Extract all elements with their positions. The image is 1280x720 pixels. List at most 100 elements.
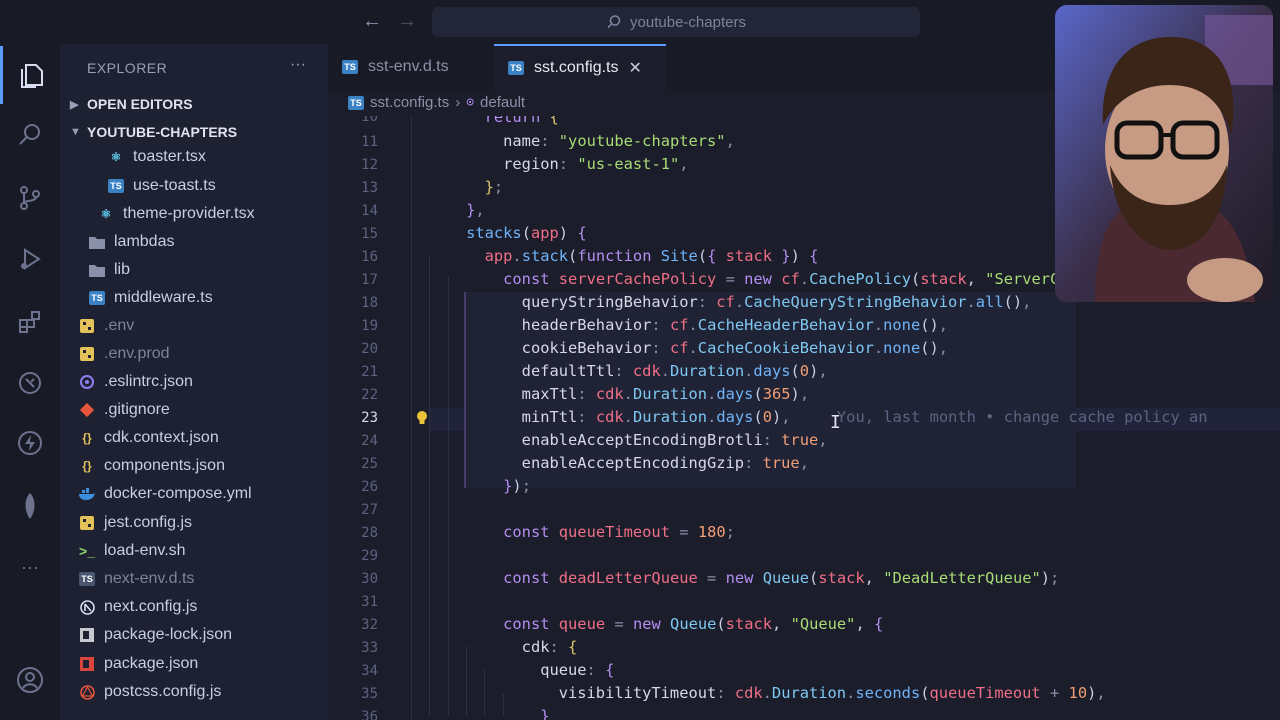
chevron-right-icon: ▶ <box>70 98 79 111</box>
code-line: return { <box>484 116 559 126</box>
file-item[interactable]: .gitignore <box>79 396 347 424</box>
code-line: maxTtl: cdk.Duration.days(365), <box>521 385 810 403</box>
code-line: cookieBehavior: cf.CacheCookieBehavior.n… <box>521 339 949 357</box>
git-blame-annotation: You, last month • change cache policy an <box>836 408 1208 426</box>
code-line: region: "us-east-1", <box>503 155 689 173</box>
code-line: minTtl: cdk.Duration.days(0), You, last … <box>521 408 1208 426</box>
search-icon[interactable] <box>0 106 60 164</box>
explorer-title: EXPLORER <box>87 60 168 76</box>
code-line: enableAcceptEncodingBrotli: true, <box>521 431 828 449</box>
next-icon <box>79 599 95 615</box>
ts-file-icon: TS <box>89 290 105 306</box>
lightning-icon[interactable] <box>0 414 60 472</box>
breadcrumb-file[interactable]: sst.config.ts <box>370 94 449 111</box>
explorer-more-icon[interactable]: ··· <box>290 56 306 74</box>
json-icon: {} <box>82 459 92 473</box>
leaf-icon[interactable] <box>0 477 60 535</box>
explorer-icon[interactable] <box>0 46 60 104</box>
code-line: app.stack(function Site({ stack }) { <box>484 247 819 265</box>
account-icon[interactable] <box>0 651 60 709</box>
activity-bar: ··· <box>0 44 60 720</box>
code-line: visibilityTimeout: cdk.Duration.seconds(… <box>558 684 1106 702</box>
search-icon <box>607 15 621 29</box>
code-line: }); <box>503 477 531 495</box>
react-icon: ⚛ <box>100 207 112 221</box>
ts-file-icon: TS <box>108 178 124 194</box>
file-item[interactable]: {} cdk.context.json <box>79 424 347 452</box>
presenter-video-image <box>1055 5 1273 302</box>
file-item[interactable]: TS next-env.d.ts <box>79 565 347 593</box>
git-icon <box>79 402 95 418</box>
npm-icon <box>79 656 95 672</box>
remote-explorer-icon[interactable] <box>0 354 60 412</box>
file-item[interactable]: .eslintrc.json <box>79 368 347 396</box>
file-item[interactable]: next.config.js <box>79 593 347 621</box>
file-item[interactable]: jest.config.js <box>79 509 347 537</box>
code-line: cdk: { <box>521 638 578 656</box>
lightbulb-icon[interactable] <box>414 410 430 426</box>
js-icon <box>79 515 95 531</box>
code-line: const serverCachePolicy = new cf.CachePo… <box>503 270 1097 288</box>
folder-icon <box>89 262 105 278</box>
docker-icon <box>79 486 95 502</box>
file-item[interactable]: package-lock.json <box>79 621 347 649</box>
breadcrumb-symbol[interactable]: default <box>480 94 525 111</box>
project-section[interactable]: ▼ YOUTUBE-CHAPTERS <box>70 118 338 146</box>
close-icon[interactable]: ✕ <box>628 58 641 78</box>
tab-sst-config[interactable]: TS sst.config.ts ✕ <box>494 44 666 90</box>
chevron-down-icon: ▼ <box>70 126 81 138</box>
env-icon <box>79 318 95 334</box>
file-item[interactable]: .env.prod <box>79 340 347 368</box>
ts-file-icon: TS <box>342 60 358 74</box>
folder-item[interactable]: lambdas <box>89 228 357 256</box>
code-line: queryStringBehavior: cf.CacheQueryString… <box>521 293 1032 311</box>
file-item[interactable]: package.json <box>79 650 347 678</box>
breadcrumb: TS sst.config.ts › ⊙ default <box>348 94 525 111</box>
search-text: youtube-chapters <box>630 13 746 31</box>
file-item[interactable]: TS middleware.ts <box>89 284 357 312</box>
code-line: stacks(app) { <box>466 224 587 242</box>
symbol-icon: ⊙ <box>466 95 475 110</box>
code-line: headerBehavior: cf.CacheHeaderBehavior.n… <box>521 316 949 334</box>
env-icon <box>79 346 95 362</box>
code-line: } <box>540 707 550 720</box>
ts-file-icon: TS <box>508 61 524 75</box>
code-line: enableAcceptEncodingGzip: true, <box>521 454 809 472</box>
code-line: const queue = new Queue(stack, "Queue", … <box>503 615 884 633</box>
react-icon: ⚛ <box>110 150 122 164</box>
extensions-icon[interactable] <box>0 293 60 351</box>
source-control-icon[interactable] <box>0 169 60 227</box>
file-item[interactable]: >_ load-env.sh <box>79 537 347 565</box>
postcss-icon <box>79 684 95 700</box>
code-line: defaultTtl: cdk.Duration.days(0), <box>521 362 828 380</box>
eslint-icon <box>79 374 95 390</box>
code-line: }, <box>466 201 485 219</box>
folder-item[interactable]: lib <box>89 256 357 284</box>
file-item[interactable]: {} components.json <box>79 452 347 480</box>
tab-sst-env[interactable]: TS sst-env.d.ts <box>328 44 493 90</box>
text-cursor-icon: I <box>830 412 841 433</box>
code-line: queue: { <box>540 661 615 679</box>
json-icon: {} <box>82 431 92 445</box>
ts-file-icon: TS <box>348 95 364 110</box>
webcam-overlay <box>1055 5 1273 302</box>
ts-file-icon: TS <box>79 571 95 587</box>
open-editors-section[interactable]: ▶ OPEN EDITORS <box>70 90 338 118</box>
code-line: name: "youtube-chapters", <box>503 132 735 150</box>
file-item[interactable]: .env <box>79 312 347 340</box>
back-arrow-icon[interactable]: ← <box>362 10 382 33</box>
run-debug-icon[interactable] <box>0 230 60 288</box>
file-item[interactable]: docker-compose.yml <box>79 480 347 508</box>
chevron-right-icon: › <box>455 94 461 111</box>
code-line: const queueTimeout = 180; <box>503 523 735 541</box>
npm-icon <box>79 627 95 643</box>
file-item[interactable]: ⚛ theme-provider.tsx <box>98 200 366 228</box>
code-line: }; <box>484 178 504 196</box>
forward-arrow-icon[interactable]: → <box>397 10 417 33</box>
shell-icon: >_ <box>79 543 95 559</box>
file-item[interactable]: postcss.config.js <box>79 678 347 706</box>
folder-icon <box>89 234 105 250</box>
code-line: const deadLetterQueue = new Queue(stack,… <box>503 569 1060 587</box>
more-icon[interactable]: ··· <box>0 538 60 596</box>
command-center-search[interactable]: youtube-chapters <box>432 7 920 37</box>
